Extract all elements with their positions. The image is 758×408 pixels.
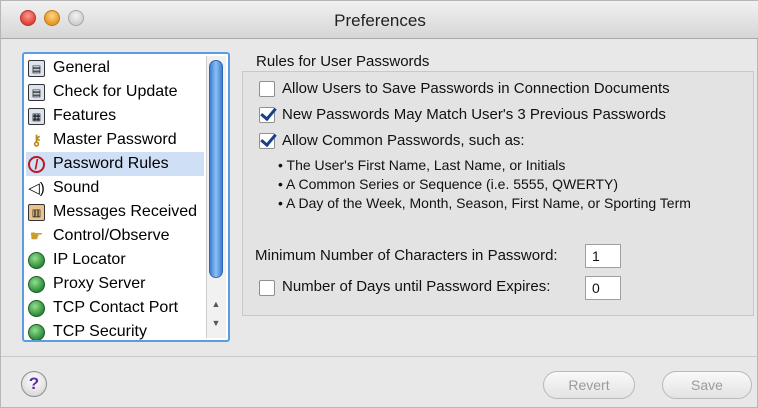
help-button[interactable]: ? [21,371,47,397]
globe-icon [28,276,45,293]
footer-divider [1,356,758,357]
bullet-common-series: • A Common Series or Sequence (i.e. 5555… [278,176,619,192]
revert-button[interactable]: Revert [543,371,635,399]
sidebar-item-tcp-security[interactable]: TCP Security [26,320,204,340]
sidebar-item-ip-locator[interactable]: IP Locator [26,248,204,272]
bullet-day-of-week: • A Day of the Week, Month, Season, Firs… [278,195,691,211]
sidebar-item-label: Features [53,107,117,124]
sidebar-item-control-observe[interactable]: ☛ Control/Observe [26,224,204,248]
sidebar-item-label: Master Password [53,131,177,148]
scrollbar-thumb[interactable] [209,60,223,278]
speaker-icon: ◁) [28,180,45,197]
sidebar-item-label: Messages Received [53,203,198,220]
globe-icon [28,300,45,317]
sidebar-item-messages-received[interactable]: ▥ Messages Received [26,200,204,224]
sidebar-item-label: Proxy Server [53,275,146,292]
hand-icon: ☛ [29,228,44,245]
sidebar-item-label: Control/Observe [53,227,170,244]
sidebar-item-label: Check for Update [53,83,178,100]
sidebar-item-check-for-update[interactable]: ▤ Check for Update [26,80,204,104]
password-expires-checkbox[interactable] [259,280,275,296]
sidebar-item-tcp-contact-port[interactable]: TCP Contact Port [26,296,204,320]
sidebar-item-general[interactable]: ▤ General [26,56,204,80]
sidebar-scrollbar[interactable]: ▲ ▼ [206,56,226,338]
password-expires-field[interactable]: 0 [585,276,621,300]
match-previous-passwords-checkbox[interactable] [259,107,275,123]
preferences-window: Preferences ▤ General ▤ Check for Update… [0,0,758,408]
window-title: Preferences [334,11,426,30]
scroll-down-arrow-icon[interactable]: ▼ [211,318,221,328]
key-icon: ⚷ [31,132,42,148]
allow-common-passwords-label: Allow Common Passwords, such as: [282,132,525,149]
sidebar-item-label: Password Rules [53,155,169,172]
sidebar-item-label: General [53,59,110,76]
save-button[interactable]: Save [662,371,752,399]
allow-save-passwords-label: Allow Users to Save Passwords in Connect… [282,80,670,97]
sidebar-item-label: TCP Contact Port [53,299,179,316]
sidebar-item-label: TCP Security [53,323,147,340]
scroll-up-arrow-icon[interactable]: ▲ [211,299,221,309]
min-chars-label: Minimum Number of Characters in Password… [255,247,558,264]
allow-common-passwords-checkbox[interactable] [259,133,275,149]
globe-icon [28,324,45,340]
window-icon: ▤ [28,84,45,101]
sidebar-item-sound[interactable]: ◁) Sound [26,176,204,200]
prohibited-icon: / [28,156,45,173]
min-chars-field[interactable]: 1 [585,244,621,268]
sidebar-item-label: IP Locator [53,251,126,268]
sidebar-item-proxy-server[interactable]: Proxy Server [26,272,204,296]
sidebar-item-password-rules[interactable]: / Password Rules [26,152,204,176]
window-icon: ▦ [28,108,45,125]
title-bar: Preferences [1,1,758,39]
window-icon: ▤ [28,60,45,77]
sidebar-item-label: Sound [53,179,100,196]
sidebar-item-master-password[interactable]: ⚷ Master Password [26,128,204,152]
sidebar-item-features[interactable]: ▦ Features [26,104,204,128]
allow-save-passwords-checkbox[interactable] [259,81,275,97]
globe-icon [28,252,45,269]
match-previous-passwords-label: New Passwords May Match User's 3 Previou… [282,106,666,123]
sidebar-list: ▤ General ▤ Check for Update ▦ Features … [22,52,230,342]
section-title: Rules for User Passwords [256,53,430,70]
password-expires-label: Number of Days until Password Expires: [282,278,551,295]
bullet-first-name: • The User's First Name, Last Name, or I… [278,157,566,173]
message-icon: ▥ [28,204,45,221]
